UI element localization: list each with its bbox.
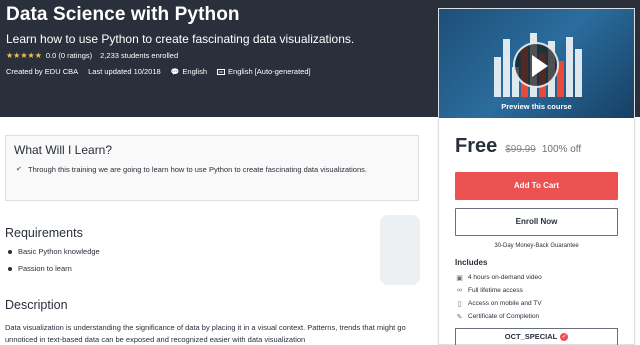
description-text: Data visualization is understanding the …: [5, 323, 406, 344]
list-item: Passion to learn: [5, 264, 100, 281]
coupon-code-box[interactable]: OCT_SPECIAL ✓: [455, 328, 618, 345]
speech-bubble-icon: 💬: [170, 69, 180, 76]
coupon-code: OCT_SPECIAL: [504, 332, 558, 341]
add-to-cart-button[interactable]: Add To Cart: [455, 172, 618, 200]
check-circle-icon: ✓: [560, 333, 569, 342]
include-label: Certificate of Completion: [468, 313, 540, 320]
requirement-text: Basic Python knowledge: [18, 247, 100, 256]
list-item: Basic Python knowledge: [5, 247, 100, 264]
course-preview-video[interactable]: Preview this course: [439, 9, 634, 118]
requirements-list: Basic Python knowledge Passion to learn: [5, 247, 100, 281]
price-row: Free $99.99 100% off: [455, 135, 581, 158]
certificate-icon: ✎: [456, 313, 463, 321]
learn-item-text: Through this training we are going to le…: [28, 165, 367, 174]
current-price: Free: [455, 135, 498, 157]
description-heading: Description: [5, 298, 68, 312]
include-label: 4 hours on-demand video: [468, 274, 542, 281]
rating-text: 0.0 (0 ratings): [45, 51, 93, 60]
requirement-text: Passion to learn: [18, 264, 72, 273]
meta-row: Created by EDU CBA Last updated 10/2018 …: [6, 67, 321, 76]
rating-row: ★★★★★ 0.0 (0 ratings) 2,233 students enr…: [6, 51, 178, 60]
captions: cc English [Auto-generated]: [217, 67, 311, 76]
course-sidebar-card: Preview this course Free $99.99 100% off…: [438, 8, 635, 345]
language: 💬 English: [171, 67, 207, 76]
original-price: $99.99: [505, 144, 536, 155]
list-item: ✔ Through this training we are going to …: [16, 164, 406, 175]
star-rating-icon[interactable]: ★★★★★: [6, 51, 42, 60]
money-back-guarantee: 30-Day Money-Back Guarantee: [494, 243, 579, 249]
bullet-icon: [8, 267, 12, 271]
list-item: ✎ Certificate of Completion: [455, 310, 542, 323]
captions-label: English [Auto-generated]: [228, 67, 311, 76]
preview-label[interactable]: Preview this course: [439, 102, 634, 111]
language-label: English: [182, 67, 208, 76]
closed-caption-icon: cc: [217, 69, 226, 76]
discount-label: 100% off: [541, 144, 582, 155]
include-label: Access on mobile and TV: [468, 300, 542, 307]
video-icon: ▣: [456, 274, 463, 282]
course-title: Data Science with Python: [6, 4, 240, 25]
created-by[interactable]: Created by EDU CBA: [6, 67, 78, 76]
infinity-icon: ∞: [457, 287, 462, 294]
course-subtitle: Learn how to use Python to create fascin…: [6, 32, 355, 46]
what-will-i-learn-box: What Will I Learn? ✔ Through this traini…: [5, 135, 419, 201]
requirements-heading: Requirements: [5, 226, 83, 240]
python-logo-watermark-icon: [380, 215, 420, 285]
learn-heading: What Will I Learn?: [14, 143, 113, 157]
list-item: ∞ Full lifetime access: [455, 284, 542, 297]
includes-heading: Includes: [455, 258, 488, 267]
include-label: Full lifetime access: [468, 287, 523, 294]
includes-list: ▣ 4 hours on-demand video ∞ Full lifetime …: [455, 271, 542, 323]
mobile-icon: ▯: [457, 300, 462, 308]
bullet-icon: [8, 250, 12, 254]
list-item: ▯ Access on mobile and TV: [455, 297, 542, 310]
students-enrolled: 2,233 students enrolled: [100, 51, 179, 60]
list-item: ▣ 4 hours on-demand video: [455, 271, 542, 284]
checkmark-icon: ✔: [16, 166, 22, 173]
play-button-icon[interactable]: [513, 42, 559, 88]
last-updated: Last updated 10/2018: [88, 67, 161, 76]
enroll-now-button[interactable]: Enroll Now: [455, 208, 618, 236]
